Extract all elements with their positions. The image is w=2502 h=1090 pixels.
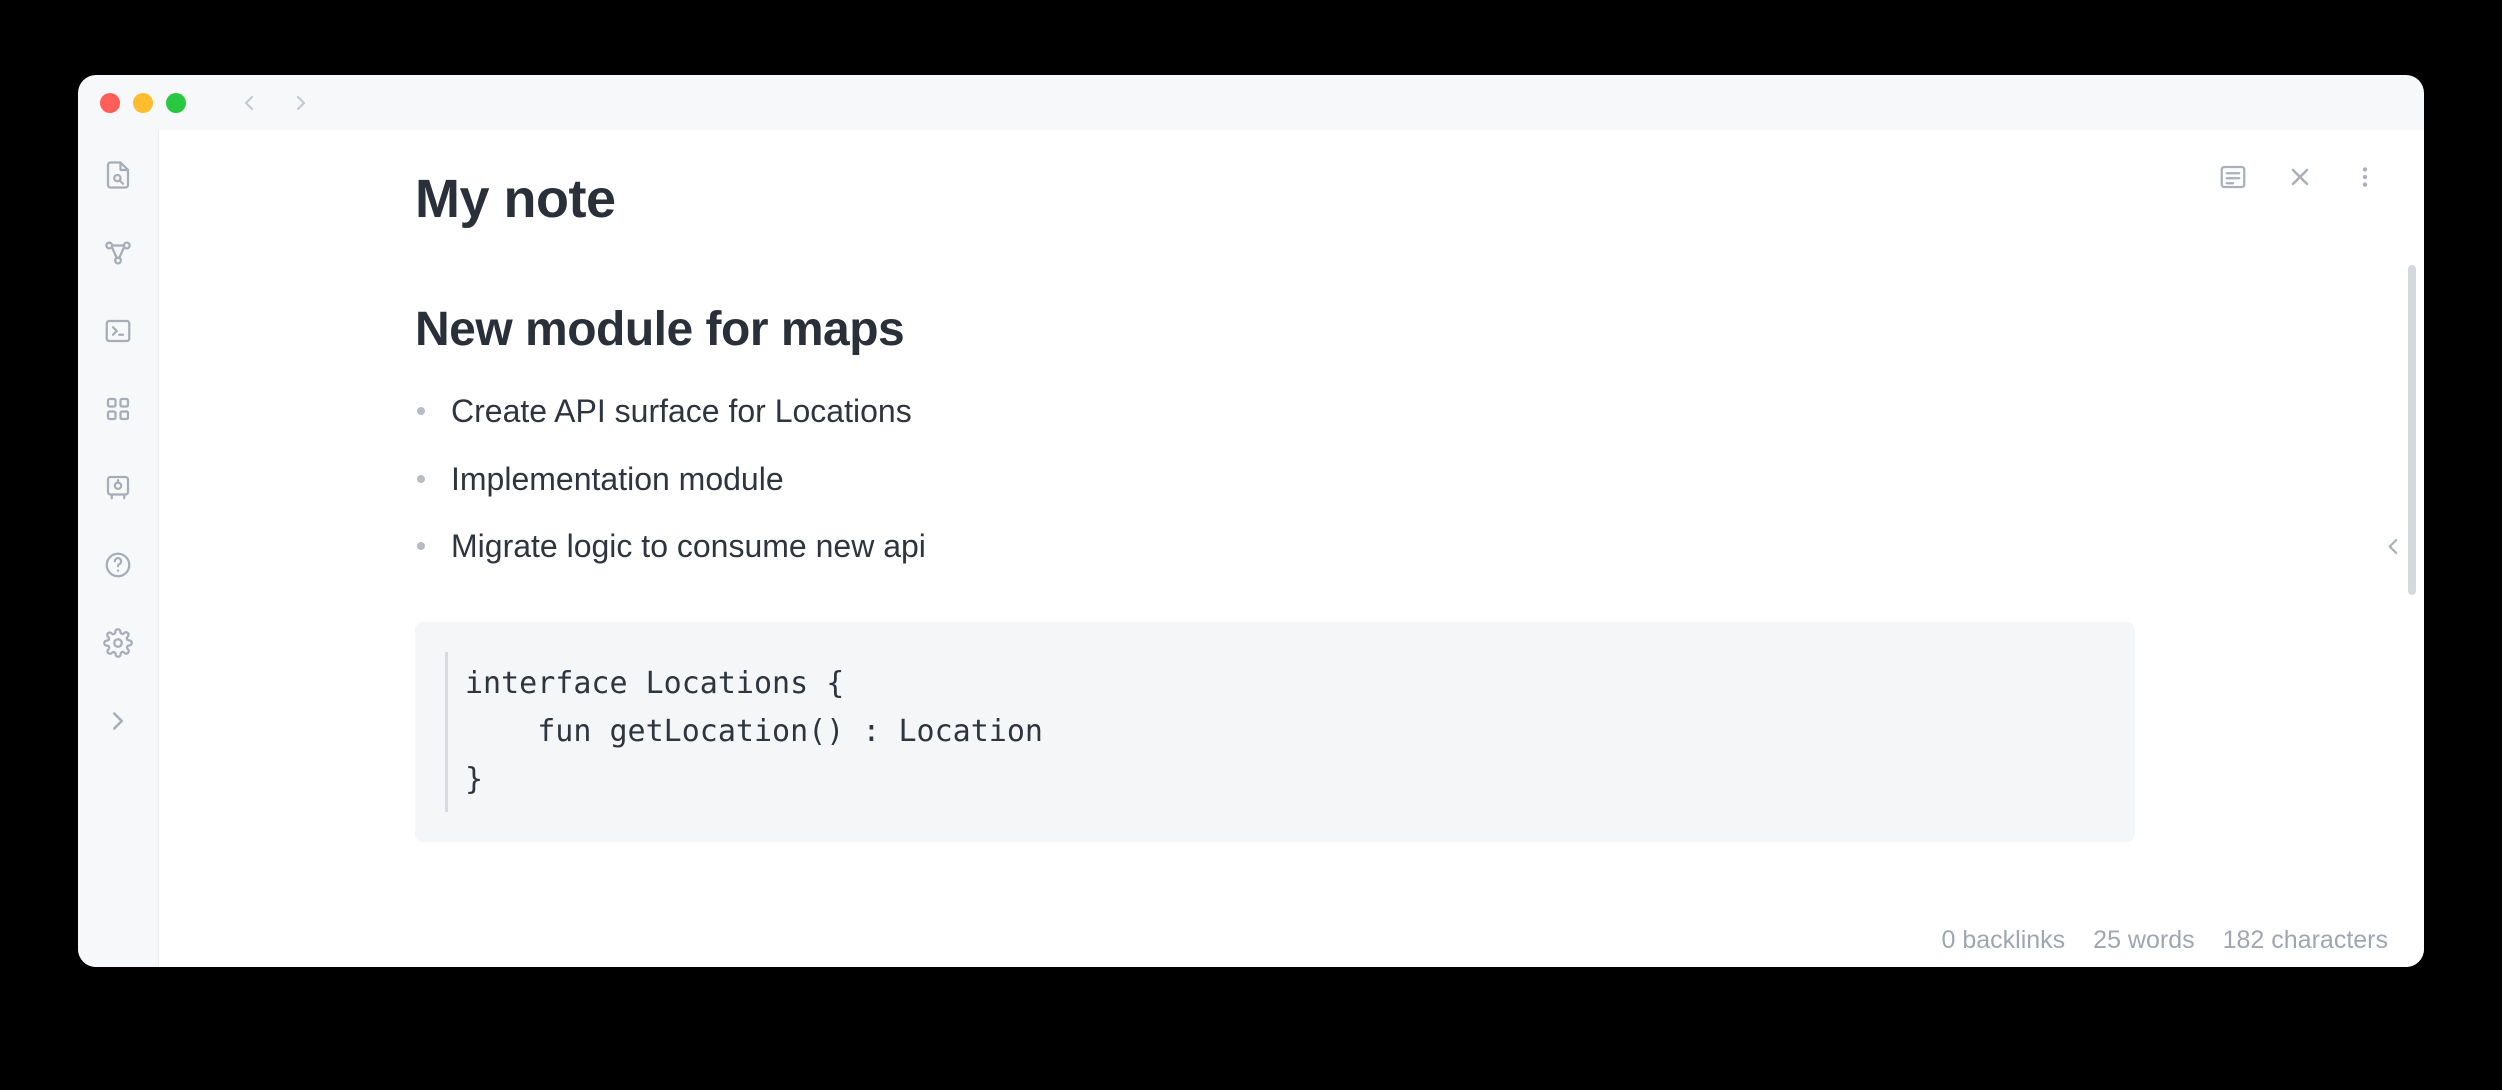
- editor-content[interactable]: My note New module for maps Create API s…: [159, 130, 2424, 967]
- section-heading[interactable]: New module for maps: [415, 302, 2135, 357]
- backlinks-count[interactable]: 0 backlinks: [1942, 926, 2066, 955]
- note-title[interactable]: My note: [415, 168, 2135, 230]
- window-maximize-button[interactable]: [166, 93, 186, 113]
- nav-arrows: [237, 91, 313, 115]
- search-file-icon[interactable]: [101, 158, 135, 192]
- nav-back-button[interactable]: [237, 91, 261, 115]
- apps-grid-icon[interactable]: [101, 392, 135, 426]
- settings-icon[interactable]: [101, 626, 135, 660]
- code-block[interactable]: interface Locations { fun getLocation() …: [415, 622, 2135, 842]
- list-item[interactable]: Implementation module: [415, 455, 2135, 505]
- list-item[interactable]: Create API surface for Locations: [415, 387, 2135, 437]
- bullet-list[interactable]: Create API surface for Locations Impleme…: [415, 387, 2135, 572]
- nav-forward-button[interactable]: [289, 91, 313, 115]
- help-icon[interactable]: [101, 548, 135, 582]
- window-minimize-button[interactable]: [133, 93, 153, 113]
- main-panel: My note New module for maps Create API s…: [158, 130, 2424, 967]
- sidebar: [78, 130, 158, 967]
- character-count: 182 characters: [2223, 926, 2388, 955]
- status-bar: 0 backlinks 25 words 182 characters: [1942, 926, 2389, 955]
- terminal-icon[interactable]: [101, 314, 135, 348]
- list-item[interactable]: Migrate logic to consume new api: [415, 522, 2135, 572]
- graph-icon[interactable]: [101, 236, 135, 270]
- titlebar: [78, 75, 2424, 130]
- app-window: My note New module for maps Create API s…: [78, 75, 2424, 967]
- vault-icon[interactable]: [101, 470, 135, 504]
- window-close-button[interactable]: [100, 93, 120, 113]
- body-area: My note New module for maps Create API s…: [78, 130, 2424, 967]
- expand-icon[interactable]: [101, 704, 135, 738]
- word-count: 25 words: [2093, 926, 2194, 955]
